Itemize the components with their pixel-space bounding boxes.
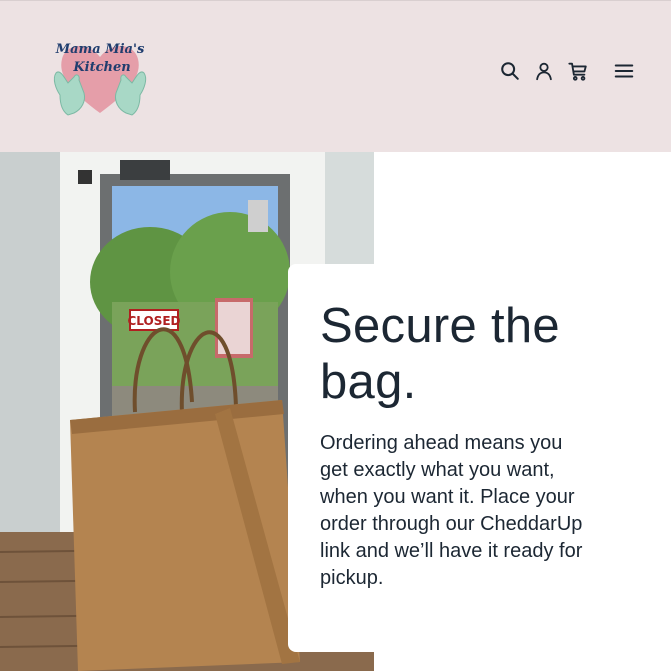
site-logo[interactable]: Mama Mia's Kitchen: [50, 33, 150, 118]
hero-headline: Secure the bag.: [320, 299, 560, 409]
site-header: Mama Mia's Kitchen: [0, 0, 671, 152]
heart-hands-logo-icon: Mama Mia's Kitchen: [53, 42, 147, 116]
hero-text-card: Secure the bag. Ordering ahead means you…: [288, 264, 671, 652]
svg-text:CLOSED: CLOSED: [127, 314, 180, 328]
svg-text:Kitchen: Kitchen: [72, 60, 130, 75]
menu-icon[interactable]: [613, 60, 635, 82]
search-icon[interactable]: [499, 60, 521, 82]
hero-body-text: Ordering ahead means you get exactly wha…: [320, 432, 583, 589]
svg-text:Mama Mia's: Mama Mia's: [55, 42, 145, 57]
cart-icon[interactable]: [567, 60, 589, 82]
header-nav: [487, 59, 635, 83]
account-icon[interactable]: [533, 60, 555, 82]
